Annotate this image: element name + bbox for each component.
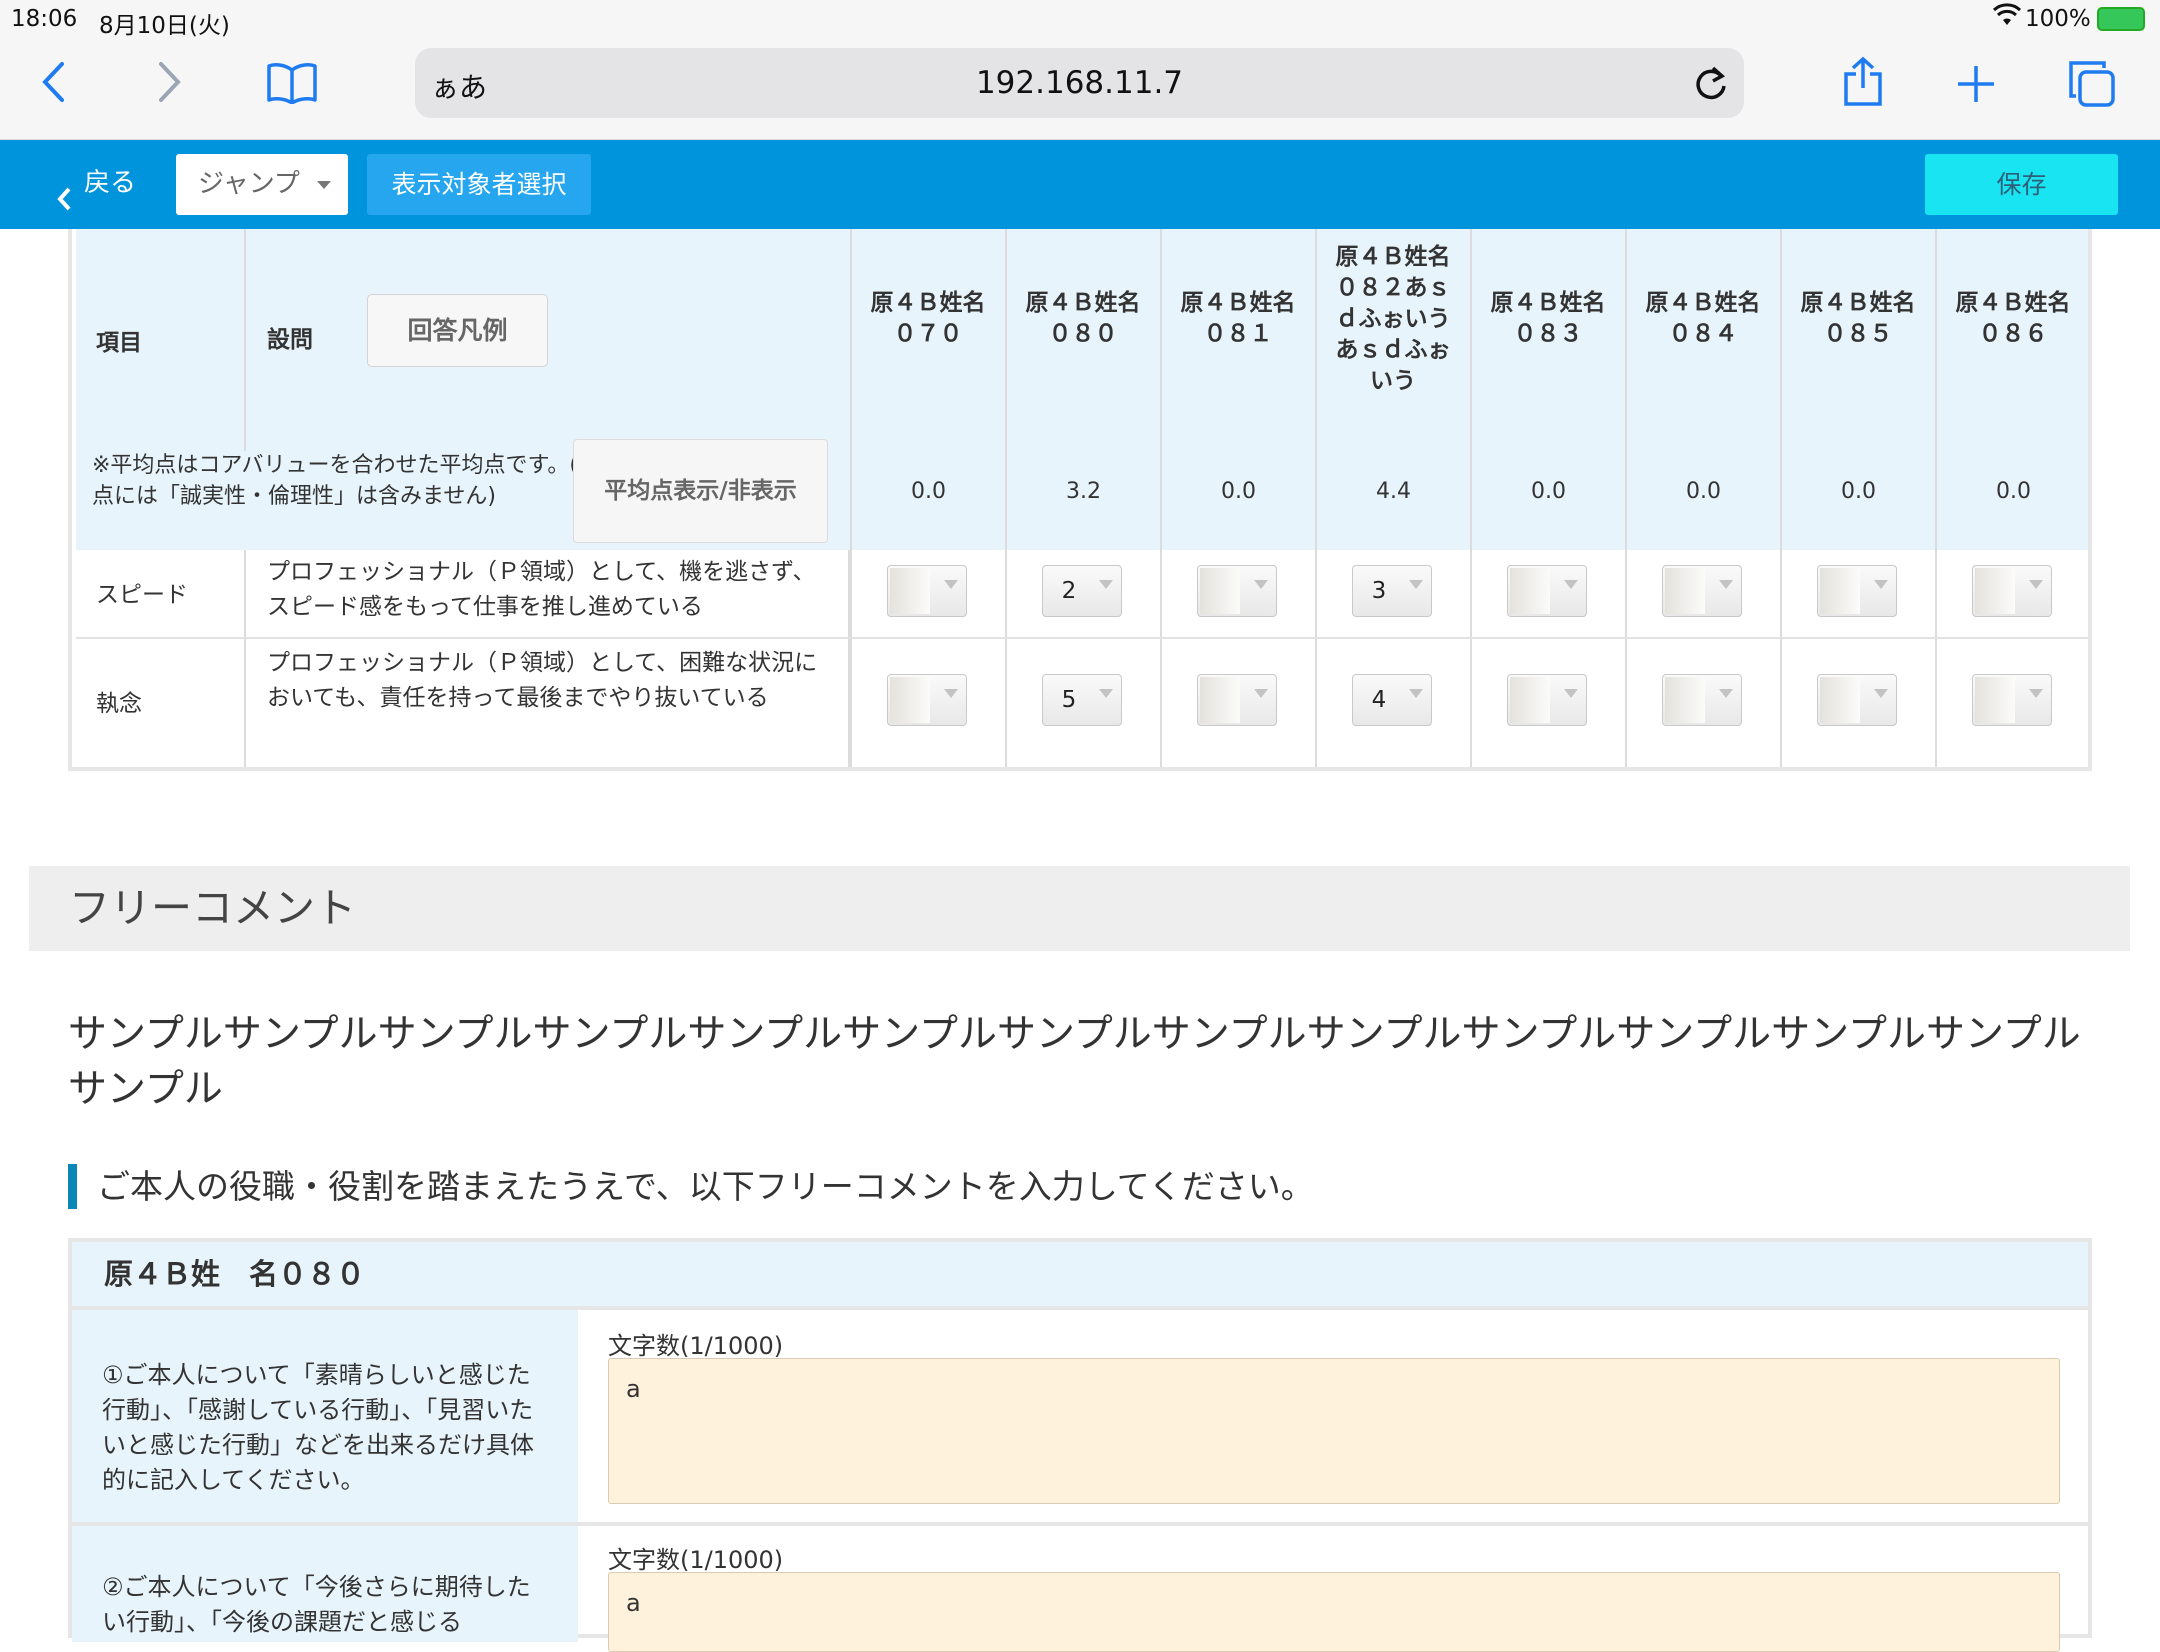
person-name: 原４Ｂ姓名０８０ [1025, 290, 1141, 347]
battery-percent: 100% [2025, 6, 2091, 32]
back-nav-icon[interactable] [40, 60, 66, 108]
score-select[interactable]: 4 [1352, 674, 1432, 726]
new-tab-icon[interactable] [1956, 64, 1996, 108]
free-comment-instruction: ご本人の役職・役割を踏まえたうえで、以下フリーコメントを入力してください。 [68, 1164, 1314, 1209]
score-select[interactable]: 2 [1042, 565, 1122, 617]
back-button[interactable]: 戻る [50, 152, 136, 214]
score-select[interactable] [1197, 565, 1277, 617]
answer-legend-button[interactable]: 回答凡例 [367, 294, 548, 367]
reload-icon[interactable] [1693, 64, 1729, 106]
score-select[interactable] [1507, 674, 1587, 726]
score-select[interactable] [1662, 674, 1742, 726]
row-question: プロフェッショナル（Ｐ領域）として、機を逃さず、スピード感をもって仕事を推し進め… [267, 559, 816, 620]
person-name: 原４Ｂ姓名０７０ [870, 290, 986, 347]
score-select[interactable]: 5 [1042, 674, 1122, 726]
score-select[interactable] [1817, 674, 1897, 726]
wifi-icon [1992, 3, 2022, 33]
share-icon[interactable] [1842, 56, 1884, 112]
score-select[interactable] [1507, 565, 1587, 617]
status-bar: 18:06 8月10日(火) 100% [0, 0, 2160, 40]
average-score: 0.0 [1686, 479, 1721, 504]
url-text[interactable]: 192.168.11.7 [415, 65, 1744, 101]
char-count: 文字数(1/1000) [608, 1332, 784, 1360]
score-select[interactable]: 3 [1352, 565, 1432, 617]
avg-note: ※平均点はコアバリューを合わせた平均点です。(平均点には「誠実性・倫理性」は含み… [92, 453, 622, 509]
row-item-label: 執念 [96, 691, 142, 717]
score-select[interactable] [1972, 565, 2052, 617]
avg-toggle-button[interactable]: 平均点表示/非表示 [573, 439, 828, 543]
person-name: 原４Ｂ姓名０８３ [1490, 290, 1606, 347]
url-bar[interactable]: ぁあ 192.168.11.7 [415, 48, 1744, 118]
jump-dropdown[interactable]: ジャンプ [176, 154, 348, 215]
row-item-label: スピード [96, 582, 188, 608]
status-date: 8月10日(火) [99, 13, 230, 39]
jump-label: ジャンプ [198, 169, 300, 199]
caret-down-icon [317, 181, 331, 189]
free-comment-panel: 原４Ｂ姓 名０８０ ①ご本人について「素晴らしいと感じた行動」、「感謝している行… [68, 1238, 2092, 1652]
score-select[interactable] [887, 674, 967, 726]
score-select[interactable] [1972, 674, 2052, 726]
status-time: 18:06 [11, 6, 78, 32]
back-label: 戻る [84, 168, 137, 198]
person-name: 原４Ｂ姓名０８５ [1800, 290, 1916, 347]
person-name: 原４Ｂ姓名０８１ [1180, 290, 1296, 347]
tabs-overview-icon[interactable] [2068, 60, 2116, 112]
average-score: 0.0 [1221, 479, 1256, 504]
comment-textarea[interactable]: a [608, 1572, 2060, 1652]
free-comment-description: サンプルサンプルサンプルサンプルサンプルサンプルサンプルサンプルサンプルサンプル… [68, 1012, 2081, 1112]
average-score: 3.2 [1066, 479, 1101, 504]
question-label: ①ご本人について「素晴らしいと感じた行動」、「感謝している行動」、「見習いたいと… [72, 1310, 578, 1522]
evaluation-table: 項目 設問 回答凡例 ※平均点はコアバリューを合わせた平均点です。(平均点には「… [68, 229, 2092, 771]
score-select[interactable] [887, 565, 967, 617]
comment-textarea[interactable]: a [608, 1358, 2060, 1504]
header-item: 項目 [96, 330, 142, 356]
average-score: 0.0 [911, 479, 946, 504]
score-select[interactable] [1817, 565, 1897, 617]
score-select[interactable] [1662, 565, 1742, 617]
score-select[interactable] [1197, 674, 1277, 726]
person-name: 原４Ｂ姓名０８４ [1645, 290, 1761, 347]
header-question: 設問 [267, 327, 313, 353]
person-name: 原４Ｂ姓名０８６ [1955, 290, 2071, 347]
person-name: 原４Ｂ姓名０８２あｓｄふぉいうあｓｄふぉいう [1335, 244, 1451, 394]
forward-nav-icon[interactable] [157, 60, 183, 108]
average-score: 0.0 [1996, 479, 2031, 504]
chevron-left-icon [56, 172, 72, 234]
average-score: 4.4 [1376, 479, 1411, 504]
free-comment-section-title: フリーコメント [29, 866, 2130, 951]
select-targets-button[interactable]: 表示対象者選択 [367, 154, 591, 215]
average-score: 0.0 [1841, 479, 1876, 504]
bookmarks-icon[interactable] [266, 62, 318, 108]
save-button[interactable]: 保存 [1925, 154, 2118, 215]
average-score: 0.0 [1531, 479, 1566, 504]
person-title: 原４Ｂ姓 名０８０ [72, 1242, 2088, 1306]
question-label: ②ご本人について「今後さらに期待したい行動」、「今後の課題だと感じる [72, 1526, 578, 1642]
char-count: 文字数(1/1000) [608, 1546, 784, 1574]
battery-icon [2097, 7, 2145, 31]
row-question: プロフェッショナル（Ｐ領域）として、困難な状況においても、責任を持って最後までや… [267, 650, 818, 711]
